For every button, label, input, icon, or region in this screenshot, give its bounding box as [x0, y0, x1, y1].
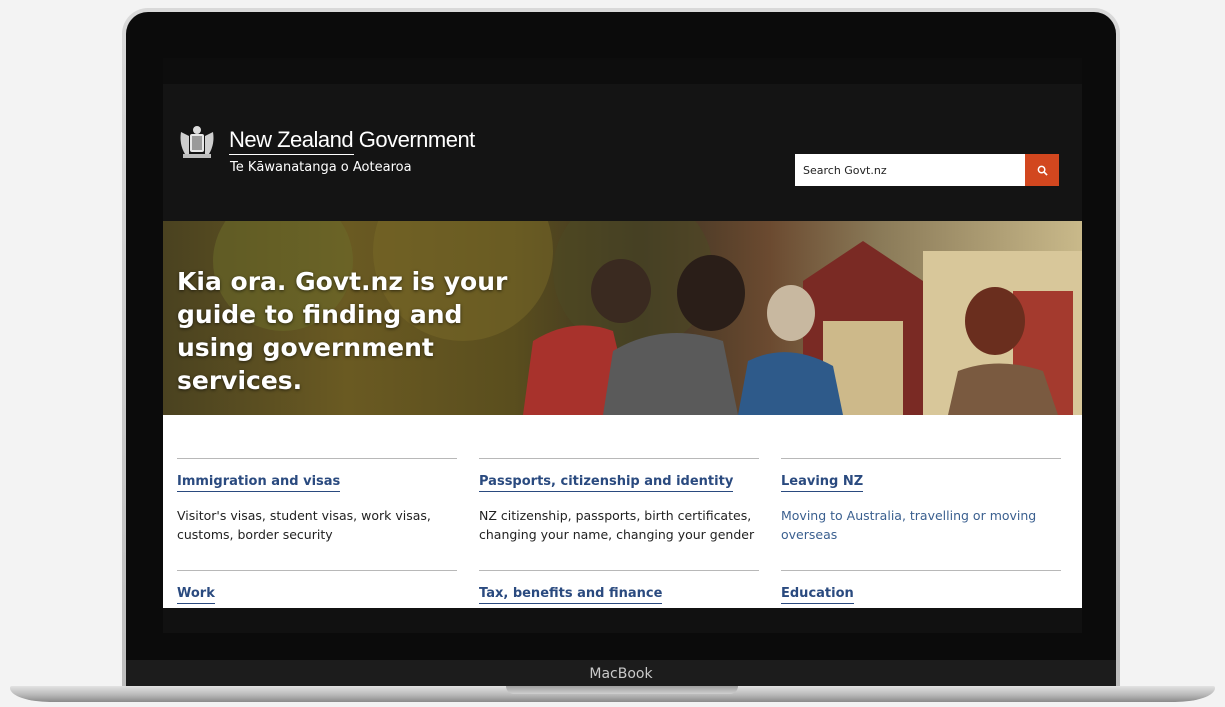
category-link-leaving-nz[interactable]: Leaving NZ	[781, 474, 864, 492]
category-link-tax[interactable]: Tax, benefits and finance	[479, 586, 663, 604]
browser-top-bar	[163, 58, 1082, 84]
category-card: Tax, benefits and finance	[479, 570, 759, 604]
search-input[interactable]	[795, 154, 1025, 186]
category-link-passports[interactable]: Passports, citizenship and identity	[479, 474, 734, 492]
brand-subtitle: Te Kāwanatanga o Aotearoa	[230, 160, 412, 175]
brand-underline	[229, 154, 354, 155]
hero-title: Kia ora. Govt.nz is your guide to findin…	[177, 267, 508, 395]
category-card: Leaving NZ Moving to Australia, travelli…	[781, 458, 1061, 544]
category-card: Immigration and visas Visitor's visas, s…	[177, 458, 457, 544]
search-form	[795, 154, 1059, 186]
category-card: Education	[781, 570, 1061, 604]
category-grid: Immigration and visas Visitor's visas, s…	[163, 415, 1082, 608]
category-card: Passports, citizenship and identity NZ c…	[479, 458, 759, 544]
laptop-notch	[506, 686, 738, 694]
category-link-education[interactable]: Education	[781, 586, 854, 604]
category-description: NZ citizenship, passports, birth certifi…	[479, 508, 755, 542]
category-link-immigration[interactable]: Immigration and visas	[177, 474, 341, 492]
search-button[interactable]	[1025, 154, 1059, 186]
category-link-work[interactable]: Work	[177, 586, 215, 604]
site-header: New Zealand Government Te Kāwanatanga o …	[163, 84, 1082, 221]
site-logo-link[interactable]: New Zealand Government	[229, 127, 475, 153]
search-icon	[1037, 165, 1048, 176]
category-card: Work	[177, 570, 457, 604]
nz-coat-of-arms-icon	[180, 126, 214, 158]
browser-screen: New Zealand Government Te Kāwanatanga o …	[163, 58, 1082, 633]
category-description: Moving to Australia, travelling or movin…	[781, 508, 1037, 542]
hero-banner: Kia ora. Govt.nz is your guide to findin…	[163, 221, 1082, 415]
category-description: Visitor's visas, student visas, work vis…	[177, 508, 431, 542]
